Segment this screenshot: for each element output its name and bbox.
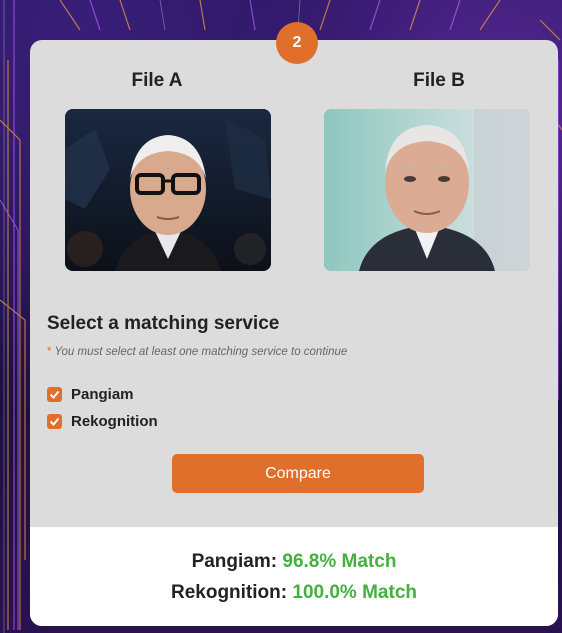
results-panel: Pangiam: 96.8% Match Rekognition: 100.0%… xyxy=(30,527,558,626)
option-pangiam[interactable]: Pangiam xyxy=(47,386,134,403)
file-a-photo xyxy=(65,109,271,271)
file-b-photo xyxy=(324,109,530,271)
step-badge: 2 xyxy=(276,22,318,64)
result-rekognition: Rekognition: 100.0% Match xyxy=(30,582,558,604)
service-hint: * You must select at least one matching … xyxy=(47,346,347,358)
select-service-heading: Select a matching service xyxy=(47,313,280,334)
option-rekognition[interactable]: Rekognition xyxy=(47,413,158,430)
rekognition-checkbox[interactable] xyxy=(47,414,62,429)
pangiam-label: Pangiam xyxy=(71,386,134,403)
pangiam-checkbox[interactable] xyxy=(47,387,62,402)
required-star: * xyxy=(47,346,52,358)
file-a-label: File A xyxy=(131,70,183,91)
result-pangiam-name: Pangiam: xyxy=(191,551,278,572)
result-rekognition-name: Rekognition: xyxy=(170,582,288,603)
rekognition-label: Rekognition xyxy=(71,413,158,430)
check-icon xyxy=(49,417,60,426)
service-hint-text: You must select at least one matching se… xyxy=(54,346,348,358)
result-rekognition-value: 100.0% Match xyxy=(292,582,417,603)
result-pangiam: Pangiam: 96.8% Match xyxy=(30,551,558,573)
file-b-label: File B xyxy=(413,70,465,91)
result-pangiam-value: 96.8% Match xyxy=(282,551,397,572)
compare-button[interactable]: Compare xyxy=(172,454,424,493)
check-icon xyxy=(49,390,60,399)
